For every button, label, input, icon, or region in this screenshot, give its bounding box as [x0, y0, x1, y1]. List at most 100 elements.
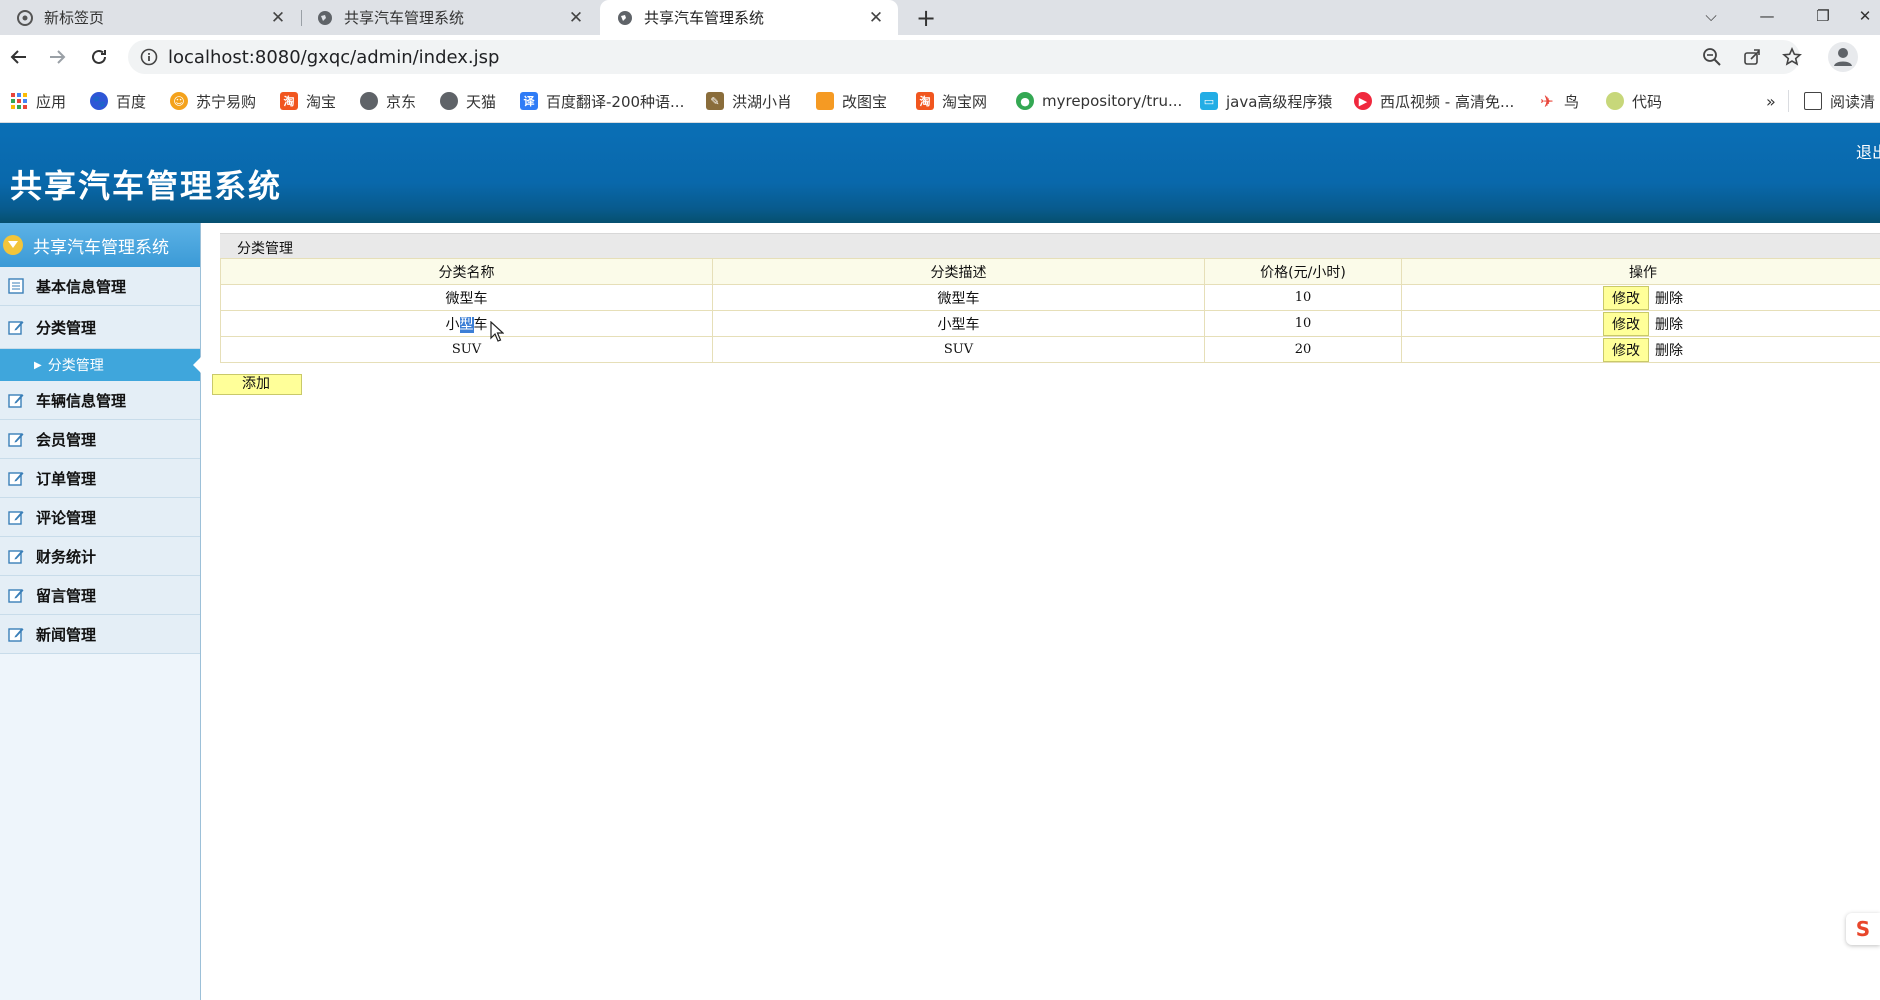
table-row: 微型车 微型车 10 修改 删除 [220, 284, 1880, 311]
info-icon[interactable] [140, 48, 158, 66]
chrome-icon: ● [1016, 92, 1034, 110]
edit-button[interactable]: 修改 [1603, 285, 1649, 310]
edit-icon [6, 317, 26, 337]
sidebar-item-news[interactable]: 新闻管理 [0, 615, 200, 654]
bookmark-label: 百度翻译-200种语... [546, 92, 685, 111]
browser-toolbar: localhost:8080/gxqc/admin/index.jsp [0, 35, 1880, 79]
sidebar-item-label: 车辆信息管理 [36, 391, 127, 410]
play-icon: ▶ [1354, 92, 1372, 110]
delete-link[interactable]: 删除 [1655, 314, 1683, 334]
caret-right-icon: ▶ [34, 359, 42, 371]
sidebar: 共享汽车管理系统 基本信息管理 分类管理 ▶ 分类管理 车辆信息管理 会员管理 [0, 223, 201, 1000]
browser-tab-1[interactable]: 新标签页 ✕ [0, 0, 300, 35]
bookmark-code[interactable]: 代码 [1606, 90, 1662, 112]
sidebar-item-label: 留言管理 [36, 586, 97, 605]
apps-grid-icon [10, 92, 28, 110]
minimize-button[interactable]: — [1744, 0, 1790, 32]
bookmark-label: java高级程序猿 [1226, 92, 1333, 111]
chevron-down-icon[interactable]: ⌵ [1688, 0, 1734, 32]
bookmarks-bar: 应用 🐾 百度 ☺ 苏宁易购 淘 淘宝 京东 天猫 译 百度翻译-200种语..… [0, 79, 1880, 123]
bookmark-jd[interactable]: 京东 [360, 90, 416, 112]
bookmark-gaitubao[interactable]: 改图宝 [816, 90, 887, 112]
page-header-banner: 共享汽车管理系统 退出 [0, 123, 1880, 223]
feather-icon: ✎ [706, 92, 724, 110]
lion-icon: ☺ [170, 92, 188, 110]
sidebar-item-label: 会员管理 [36, 430, 97, 449]
bookmark-divider [1788, 90, 1789, 112]
tab-strip: 新标签页 ✕ 共享汽车管理系统 ✕ 共享汽车管理系统 ✕ + ⌵ — ❐ ✕ [0, 0, 1880, 35]
baidu-paw-icon: 🐾 [90, 92, 108, 110]
reading-list-button[interactable]: 阅读清 [1804, 90, 1875, 112]
profile-avatar[interactable] [1828, 42, 1858, 72]
panel-title-bar: 分类管理 [220, 233, 1880, 258]
add-button[interactable]: 添加 [212, 374, 302, 395]
close-window-button[interactable]: ✕ [1850, 0, 1880, 32]
bookmark-apps[interactable]: 应用 [10, 90, 66, 112]
translate-icon: 译 [520, 92, 538, 110]
bookmark-xigua[interactable]: ▶ 西瓜视频 - 高清免... [1354, 90, 1514, 112]
sidebar-item-label: 评论管理 [36, 508, 97, 527]
sidebar-item-label: 订单管理 [36, 469, 97, 488]
address-bar[interactable]: localhost:8080/gxqc/admin/index.jsp [128, 40, 1802, 74]
back-button[interactable] [4, 42, 34, 72]
sidebar-item-members[interactable]: 会员管理 [0, 420, 200, 459]
forward-button[interactable] [42, 42, 72, 72]
sidebar-item-messages[interactable]: 留言管理 [0, 576, 200, 615]
edit-button[interactable]: 修改 [1603, 311, 1649, 336]
close-icon[interactable]: ✕ [268, 8, 288, 28]
delete-link[interactable]: 删除 [1655, 340, 1683, 360]
share-icon[interactable] [1742, 47, 1762, 67]
logout-link[interactable]: 退出 [1856, 139, 1880, 163]
restore-button[interactable]: ❐ [1800, 0, 1846, 32]
sidebar-item-finance[interactable]: 财务统计 [0, 537, 200, 576]
bookmark-taobao-net[interactable]: 淘 淘宝网 [916, 90, 987, 112]
globe-icon [360, 92, 378, 110]
bookmark-tmall[interactable]: 天猫 [440, 90, 496, 112]
delete-link[interactable]: 删除 [1655, 288, 1683, 308]
bookmark-label: 苏宁易购 [196, 92, 257, 111]
bookmark-label: 应用 [36, 92, 67, 111]
browser-tab-3-active[interactable]: 共享汽车管理系统 ✕ [600, 0, 898, 35]
sidebar-item-category[interactable]: 分类管理 [0, 306, 200, 349]
table-row: SUV SUV 20 修改 删除 [220, 336, 1880, 363]
edit-icon [6, 429, 26, 449]
sidebar-header[interactable]: 共享汽车管理系统 [0, 223, 200, 267]
close-icon[interactable]: ✕ [866, 8, 886, 28]
bookmark-honghu[interactable]: ✎ 洪湖小肖 [706, 90, 792, 112]
edit-icon [6, 624, 26, 644]
zoom-icon[interactable] [1702, 47, 1722, 67]
new-tab-button[interactable]: + [912, 4, 940, 32]
tab-title: 共享汽车管理系统 [344, 9, 465, 27]
bookmark-suning[interactable]: ☺ 苏宁易购 [170, 90, 256, 112]
sidebar-item-vehicle-info[interactable]: 车辆信息管理 [0, 381, 200, 420]
orange-square-icon [816, 92, 834, 110]
sidebar-subitem-category[interactable]: ▶ 分类管理 [0, 349, 201, 381]
bookmark-bird[interactable]: ✈ 鸟 [1538, 90, 1579, 112]
floating-s-icon[interactable]: S [1846, 913, 1880, 945]
sidebar-item-orders[interactable]: 订单管理 [0, 459, 200, 498]
selected-text: 型 [459, 316, 474, 333]
list-icon [6, 276, 26, 296]
active-notch [193, 357, 201, 373]
edit-icon [6, 585, 26, 605]
edit-button[interactable]: 修改 [1603, 337, 1649, 362]
bookmark-java[interactable]: ▭ java高级程序猿 [1200, 90, 1332, 112]
bookmark-taobao[interactable]: 淘 淘宝 [280, 90, 336, 112]
leaf-icon [1606, 92, 1624, 110]
sidebar-item-label: 基本信息管理 [36, 277, 127, 296]
bookmark-baidu-translate[interactable]: 译 百度翻译-200种语... [520, 90, 684, 112]
close-icon[interactable]: ✕ [566, 8, 586, 28]
panel-title: 分类管理 [237, 241, 293, 257]
bookmark-myrepository[interactable]: ● myrepository/tru... [1016, 90, 1182, 112]
browser-tab-2[interactable]: 共享汽车管理系统 ✕ [300, 0, 598, 35]
sidebar-item-comments[interactable]: 评论管理 [0, 498, 200, 537]
cell-name-text: 小 [445, 316, 460, 333]
bookmark-baidu[interactable]: 🐾 百度 [90, 90, 146, 112]
cell-name: SUV [220, 336, 713, 363]
column-header-name: 分类名称 [220, 258, 713, 285]
star-icon[interactable] [1782, 47, 1802, 67]
more-bookmarks-button[interactable]: » [1766, 90, 1776, 112]
reload-button[interactable] [84, 42, 114, 72]
sidebar-item-basic-info[interactable]: 基本信息管理 [0, 267, 200, 306]
cell-description: 微型车 [712, 284, 1205, 311]
